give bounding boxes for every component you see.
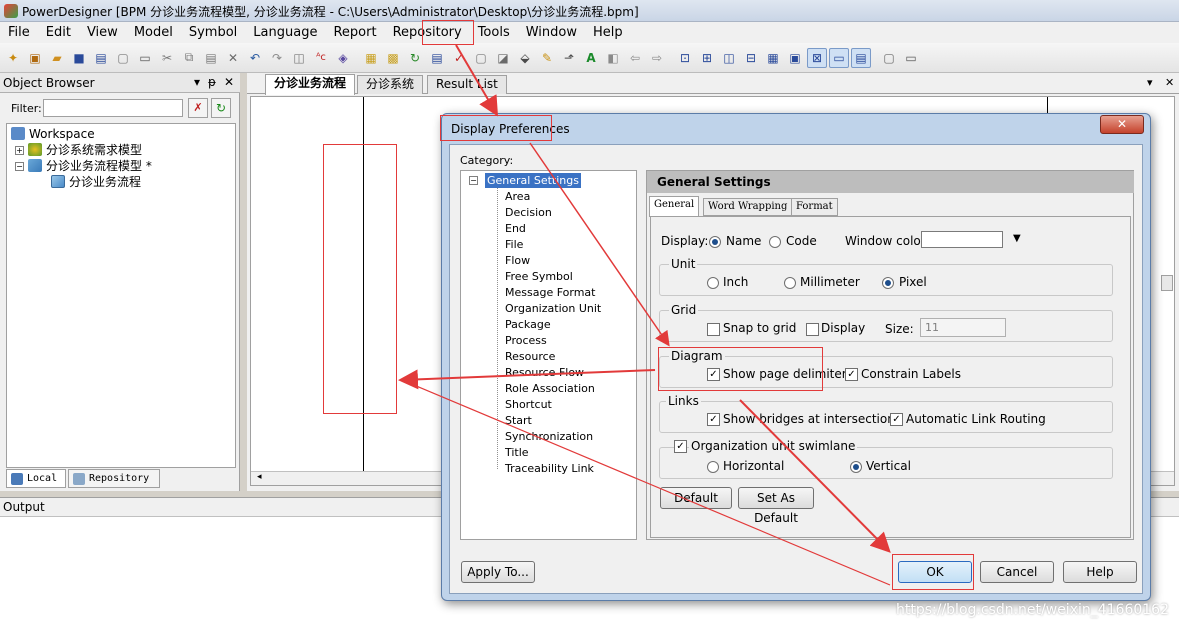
annotation-arrows (398, 44, 891, 586)
arrow-tools-to-dialog (455, 44, 499, 117)
arrow-option-to-ok (739, 399, 891, 553)
arrow-ok-to-canvas (401, 379, 891, 586)
watermark-text: https://blog.csdn.net/weixin_41660162 (895, 602, 1169, 618)
arrow-dialog-to-diagram-option (529, 142, 670, 347)
arrow-option-to-canvas (398, 369, 656, 390)
